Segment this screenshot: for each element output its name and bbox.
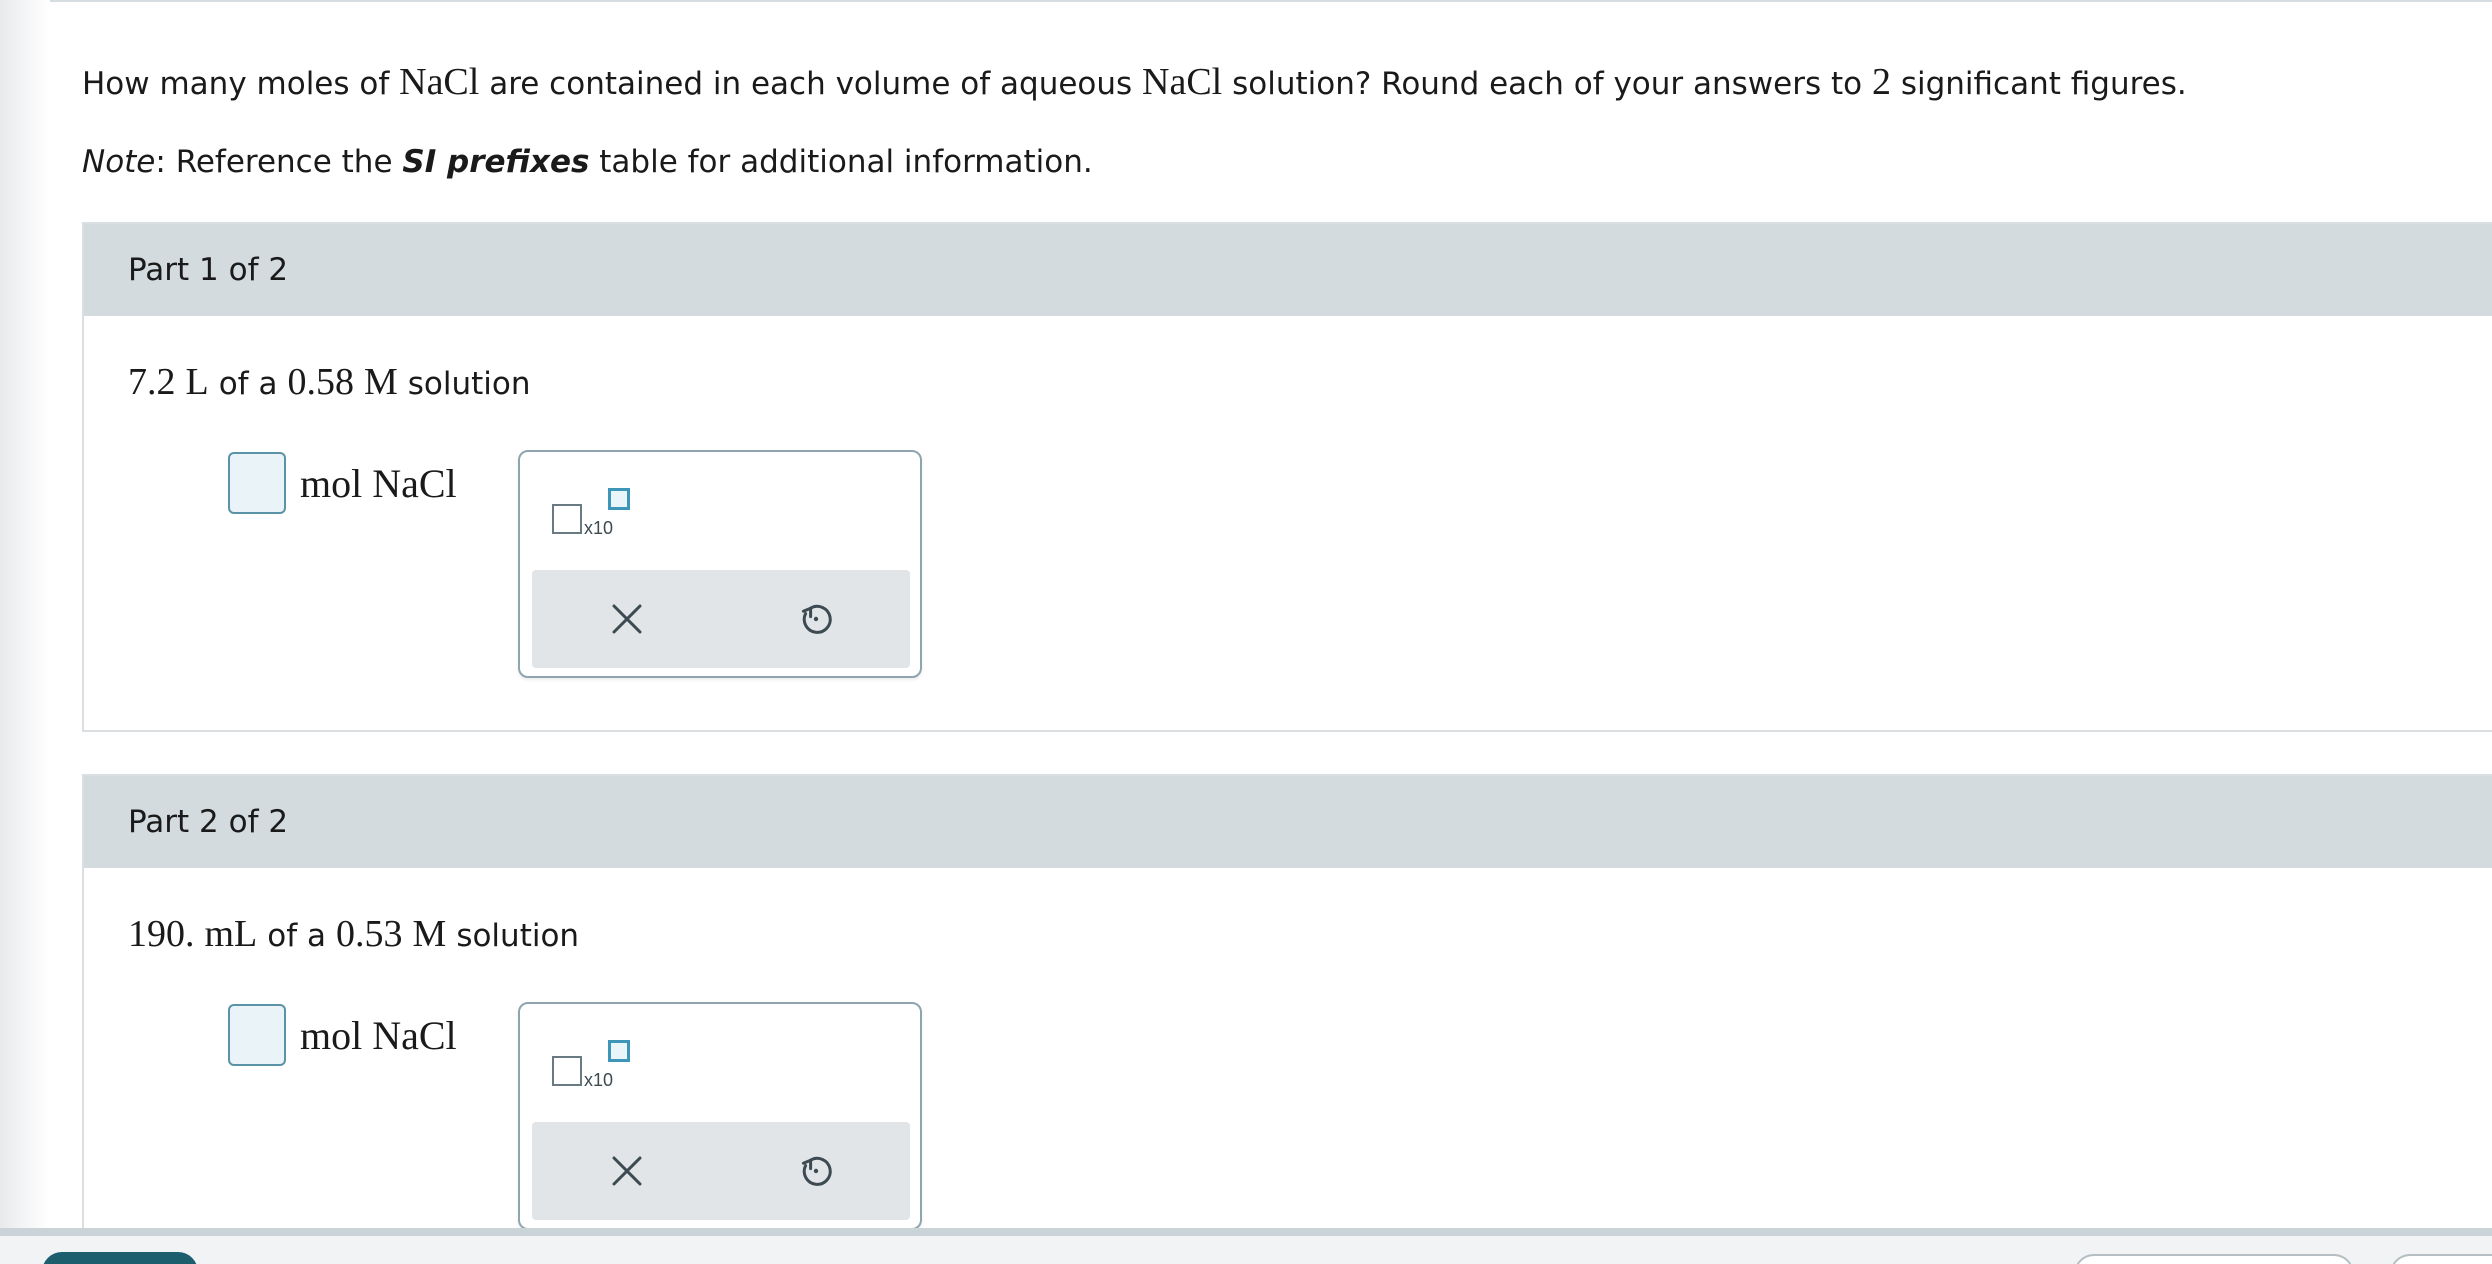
- part-1-tool-actions: [532, 570, 910, 668]
- prompt-suffix: solution: [407, 366, 531, 402]
- note-label: Note: [82, 144, 156, 180]
- exponent-box: [608, 1040, 630, 1062]
- exponent-box: [608, 488, 630, 510]
- part-2-answer-input[interactable]: [228, 1004, 286, 1066]
- clear-button[interactable]: [597, 1141, 657, 1201]
- part-1-title: Part 1 of 2: [128, 252, 289, 288]
- part-2-tool-actions: [532, 1122, 910, 1220]
- molarity-value: 0.58: [287, 361, 354, 403]
- part-1-tool-panel: x10: [518, 450, 922, 678]
- note-text-b: table for additional information.: [589, 144, 1093, 180]
- undo-icon: [801, 604, 832, 634]
- formula-nacl: NaCl: [399, 61, 480, 103]
- top-divider: [0, 0, 2492, 2]
- close-icon: [612, 1156, 641, 1186]
- molarity-unit: M: [412, 913, 447, 955]
- x10-label: x10: [584, 518, 614, 538]
- close-icon: [612, 604, 641, 634]
- scientific-notation-icon[interactable]: x10: [552, 1040, 632, 1090]
- part-1-prompt: 7.2 Lof a 0.58 Msolution: [128, 360, 531, 404]
- scientific-notation-icon[interactable]: x10: [552, 488, 632, 538]
- sig-figs-number: 2: [1871, 61, 1891, 103]
- part-2-prompt: 190. mL of a 0.53 Msolution: [128, 912, 579, 956]
- question-text-c: solution? Round each of your answers to: [1222, 66, 1872, 102]
- mantissa-box: [552, 504, 582, 534]
- part-2-tool-panel: x10: [518, 1002, 922, 1230]
- mantissa-box: [552, 1056, 582, 1086]
- part-1-header: Part 1 of 2: [84, 224, 2492, 316]
- tertiary-action-button[interactable]: [2390, 1254, 2492, 1264]
- molarity-unit: M: [363, 361, 398, 403]
- question-text: How many moles of NaCl are contained in …: [82, 60, 2482, 106]
- clear-button[interactable]: [597, 589, 657, 649]
- left-gutter: [0, 0, 50, 1230]
- undo-icon: [801, 1156, 832, 1186]
- question-text-a: How many moles of: [82, 66, 400, 102]
- secondary-action-button[interactable]: [2074, 1254, 2354, 1264]
- undo-button[interactable]: [786, 1141, 846, 1201]
- part-1-answer-row: mol NaCl: [228, 452, 457, 514]
- answer-unit-label: mol NaCl: [300, 460, 457, 506]
- prompt-of-a: of a: [267, 918, 327, 954]
- formula-nacl: NaCl: [1142, 61, 1223, 103]
- molarity-value: 0.53: [336, 913, 403, 955]
- part-2-answer-row: mol NaCl: [228, 1004, 457, 1066]
- prompt-suffix: solution: [456, 918, 580, 954]
- note-text: Note: Reference the SI prefixes table fo…: [82, 140, 2482, 184]
- note-text-a: : Reference the: [155, 144, 403, 180]
- part-2-title: Part 2 of 2: [128, 804, 289, 840]
- primary-action-button[interactable]: [42, 1252, 198, 1264]
- volume-value: 7.2: [128, 361, 176, 403]
- bottom-divider: [0, 1228, 2492, 1236]
- volume-unit: mL: [204, 913, 258, 955]
- answer-unit-label: mol NaCl: [300, 1012, 457, 1058]
- volume-unit: L: [185, 361, 209, 403]
- prompt-of-a: of a: [218, 366, 278, 402]
- part-1-section: Part 1 of 2 7.2 Lof a 0.58 Msolution mol Na…: [82, 222, 2492, 732]
- part-2-section: Part 2 of 2 190. mL of a 0.53 Msolution mol …: [82, 774, 2492, 1244]
- part-1-answer-input[interactable]: [228, 452, 286, 514]
- page: How many moles of NaCl are contained in …: [0, 0, 2492, 1264]
- question-text-d: significant figures.: [1890, 66, 2187, 102]
- si-prefixes-link[interactable]: SI prefixes: [402, 144, 589, 180]
- volume-value: 190.: [128, 913, 195, 955]
- undo-button[interactable]: [786, 589, 846, 649]
- part-2-header: Part 2 of 2: [84, 776, 2492, 868]
- x10-label: x10: [584, 1070, 614, 1090]
- question-text-b: are contained in each volume of aqueous: [479, 66, 1143, 102]
